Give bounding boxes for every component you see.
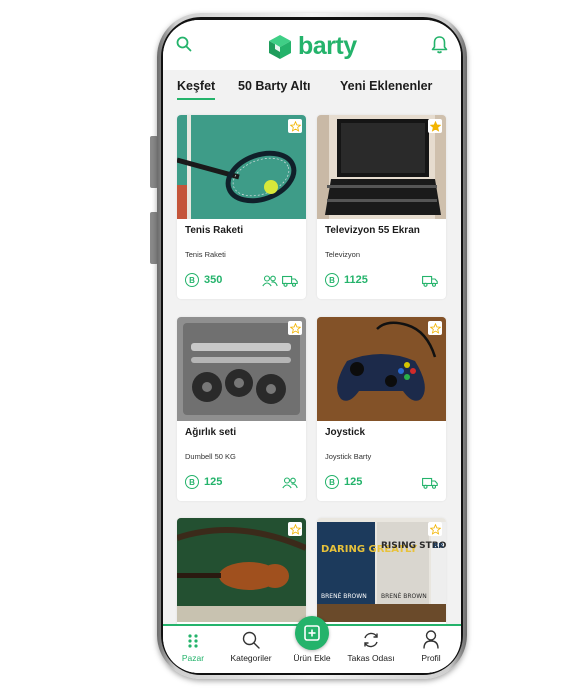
nav-label: Ürün Ekle xyxy=(293,653,331,663)
favorite-star-icon[interactable] xyxy=(288,321,302,335)
price-value: 1125 xyxy=(344,274,368,286)
product-price: B 1125 xyxy=(325,273,368,287)
product-card[interactable]: Televizyon 55 Ekran Televizyon B 1125 xyxy=(317,115,446,299)
product-image xyxy=(317,317,446,421)
tab-50-barty-alti[interactable]: 50 Barty Altı xyxy=(238,79,310,93)
favorite-star-icon[interactable] xyxy=(288,119,302,133)
product-price: B 350 xyxy=(185,273,222,287)
nav-label: Profil xyxy=(421,653,441,663)
product-title: Ağırlık seti xyxy=(185,427,237,438)
logo-cube-icon xyxy=(269,34,291,59)
app-header: barty xyxy=(163,20,461,70)
book-cover-text: BRENÉ BROWN xyxy=(381,592,427,600)
product-image: DARING GREATLY RISING STRONG BRENÉ BROWN… xyxy=(317,518,446,622)
price-value: 125 xyxy=(204,476,223,488)
product-image xyxy=(317,115,446,219)
product-image xyxy=(177,115,306,219)
barty-coin-icon: B xyxy=(185,273,199,287)
search-icon[interactable] xyxy=(176,36,192,57)
product-price: B 125 xyxy=(325,475,362,489)
barty-coin-icon: B xyxy=(325,273,339,287)
product-subtitle: Tenis Raketi xyxy=(185,250,226,259)
favorite-star-icon[interactable] xyxy=(428,119,442,133)
book-cover-text: BR WI xyxy=(433,542,446,550)
price-value: 125 xyxy=(344,476,363,488)
search-icon xyxy=(242,631,260,654)
people-icon xyxy=(262,274,278,292)
truck-icon xyxy=(422,476,438,494)
tab-kesfet[interactable]: Keşfet xyxy=(177,79,215,93)
product-image xyxy=(177,317,306,421)
nav-label: Pazar xyxy=(181,653,205,663)
favorite-star-icon[interactable] xyxy=(428,522,442,536)
barty-logo: barty xyxy=(266,32,357,61)
nav-label: Takas Odası xyxy=(347,653,395,663)
tab-bar: Keşfet 50 Barty Altı Yeni Eklenenler xyxy=(163,70,461,103)
product-price: B 125 xyxy=(185,475,222,489)
brand-name: barty xyxy=(298,32,357,60)
favorite-star-icon[interactable] xyxy=(428,321,442,335)
swap-icon xyxy=(362,631,380,654)
user-icon xyxy=(423,630,439,654)
favorite-star-icon[interactable] xyxy=(288,522,302,536)
tab-yeni-eklenenler[interactable]: Yeni Eklenenler xyxy=(340,79,432,93)
product-subtitle: Dumbell 50 KG xyxy=(185,452,236,461)
barty-coin-icon: B xyxy=(325,475,339,489)
product-title: Televizyon 55 Ekran xyxy=(325,225,420,236)
product-card[interactable]: Joystick Joystick Barty B 125 xyxy=(317,317,446,501)
product-card[interactable]: Tenis Raketi Tenis Raketi B 350 xyxy=(177,115,306,299)
product-title: Joystick xyxy=(325,427,366,438)
people-icon xyxy=(282,476,298,494)
app-screen: barty Keşfet 50 Barty Altı Yeni Eklenenl… xyxy=(163,20,461,673)
nav-label: Kategoriler xyxy=(230,653,272,663)
add-icon[interactable] xyxy=(295,616,329,650)
product-image xyxy=(177,518,306,622)
active-tab-indicator xyxy=(177,98,215,100)
book-cover-text: BRENÉ BROWN xyxy=(321,592,367,600)
product-subtitle: Televizyon xyxy=(325,250,361,259)
barty-coin-icon: B xyxy=(185,475,199,489)
grid-icon xyxy=(187,633,199,654)
price-value: 350 xyxy=(204,274,223,286)
truck-icon xyxy=(422,274,438,292)
product-card[interactable]: Ağırlık seti Dumbell 50 KG B 125 xyxy=(177,317,306,501)
product-title: Tenis Raketi xyxy=(185,225,244,236)
bottom-navigation: Pazar Kategoriler Ürün Ekle Takas Odası … xyxy=(163,616,461,673)
product-subtitle: Joystick Barty xyxy=(325,452,372,461)
bell-icon[interactable] xyxy=(431,35,448,59)
truck-icon xyxy=(282,274,298,292)
